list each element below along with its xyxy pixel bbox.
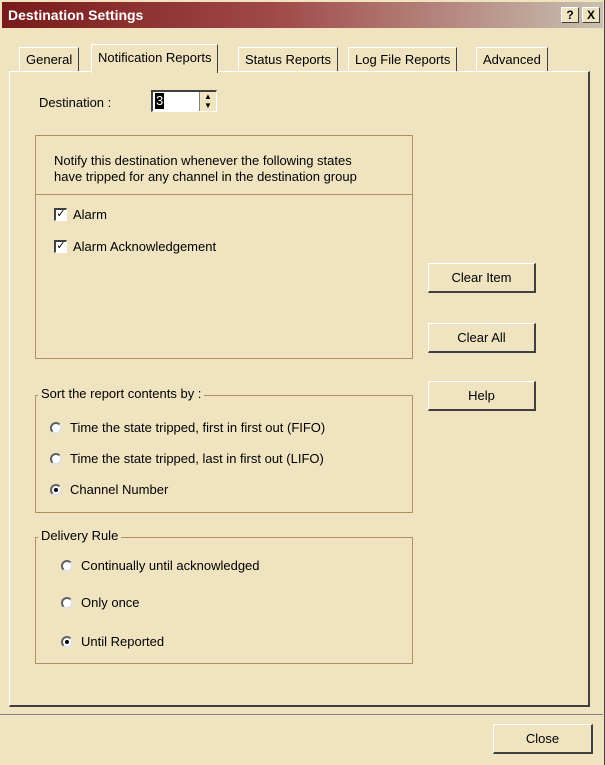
radio-continually-label: Continually until acknowledged [81, 558, 260, 573]
clear-item-button[interactable]: Clear Item [428, 263, 536, 293]
tab-status-reports[interactable]: Status Reports [238, 47, 338, 71]
spin-up-icon[interactable]: ▲ [200, 92, 216, 101]
window-title: Destination Settings [8, 7, 144, 23]
radio-continually-row[interactable]: Continually until acknowledged [61, 558, 260, 573]
checkbox-alarm-acknowledgement-label: Alarm Acknowledgement [73, 239, 217, 254]
close-button[interactable]: Close [493, 724, 593, 754]
spin-down-icon[interactable]: ▼ [200, 101, 216, 110]
radio-until-reported[interactable] [61, 635, 73, 648]
radio-fifo[interactable] [50, 421, 62, 434]
checkbox-alarm-acknowledgement[interactable]: ✓ [54, 240, 67, 253]
radio-lifo[interactable] [50, 452, 62, 465]
title-close-button[interactable]: X [582, 7, 600, 23]
checkbox-alarm-label: Alarm [73, 207, 107, 222]
radio-lifo-row[interactable]: Time the state tripped, last in first ou… [50, 451, 324, 466]
checkbox-alarm[interactable]: ✓ [54, 208, 67, 221]
notify-line-1: Notify this destination whenever the fol… [54, 153, 352, 168]
checkbox-alarm-ack-row[interactable]: ✓ Alarm Acknowledgement [54, 239, 216, 254]
sort-legend: Sort the report contents by : [38, 386, 205, 401]
notify-description: Notify this destination whenever the fol… [54, 153, 454, 185]
destination-value[interactable]: 3 [155, 93, 165, 109]
radio-only-once[interactable] [61, 596, 73, 609]
delivery-rule-legend: Delivery Rule [38, 528, 122, 543]
radio-only-once-row[interactable]: Only once [61, 595, 140, 610]
tab-general[interactable]: General [19, 47, 80, 71]
radio-channel-number-row[interactable]: Channel Number [50, 482, 168, 497]
spinner-buttons[interactable]: ▲ ▼ [199, 92, 216, 111]
checkbox-alarm-row[interactable]: ✓ Alarm [54, 207, 107, 222]
notify-divider [35, 194, 413, 195]
destination-label: Destination : [39, 95, 112, 110]
tab-log-file-reports[interactable]: Log File Reports [348, 47, 458, 71]
notify-line-2: have tripped for any channel in the dest… [54, 169, 357, 184]
radio-fifo-label: Time the state tripped, first in first o… [70, 420, 326, 435]
clear-all-button[interactable]: Clear All [428, 323, 536, 353]
radio-continually[interactable] [61, 559, 73, 572]
radio-channel-number-label: Channel Number [70, 482, 169, 497]
radio-until-reported-row[interactable]: Until Reported [61, 634, 164, 649]
destination-settings-window: Destination Settings ? X General Notific… [0, 0, 605, 765]
tab-notification-reports[interactable]: Notification Reports [91, 44, 219, 73]
title-help-button[interactable]: ? [561, 7, 579, 23]
destination-spinner[interactable]: 3 ▲ ▼ [151, 90, 217, 112]
title-bar[interactable]: Destination Settings ? X [2, 2, 603, 28]
radio-until-reported-label: Until Reported [81, 634, 165, 649]
radio-fifo-row[interactable]: Time the state tripped, first in first o… [50, 420, 325, 435]
radio-lifo-label: Time the state tripped, last in first ou… [70, 451, 324, 466]
bottom-divider [0, 714, 603, 715]
help-button[interactable]: Help [428, 381, 536, 411]
radio-only-once-label: Only once [81, 595, 140, 610]
tab-advanced[interactable]: Advanced [476, 47, 548, 71]
radio-channel-number[interactable] [50, 483, 62, 496]
